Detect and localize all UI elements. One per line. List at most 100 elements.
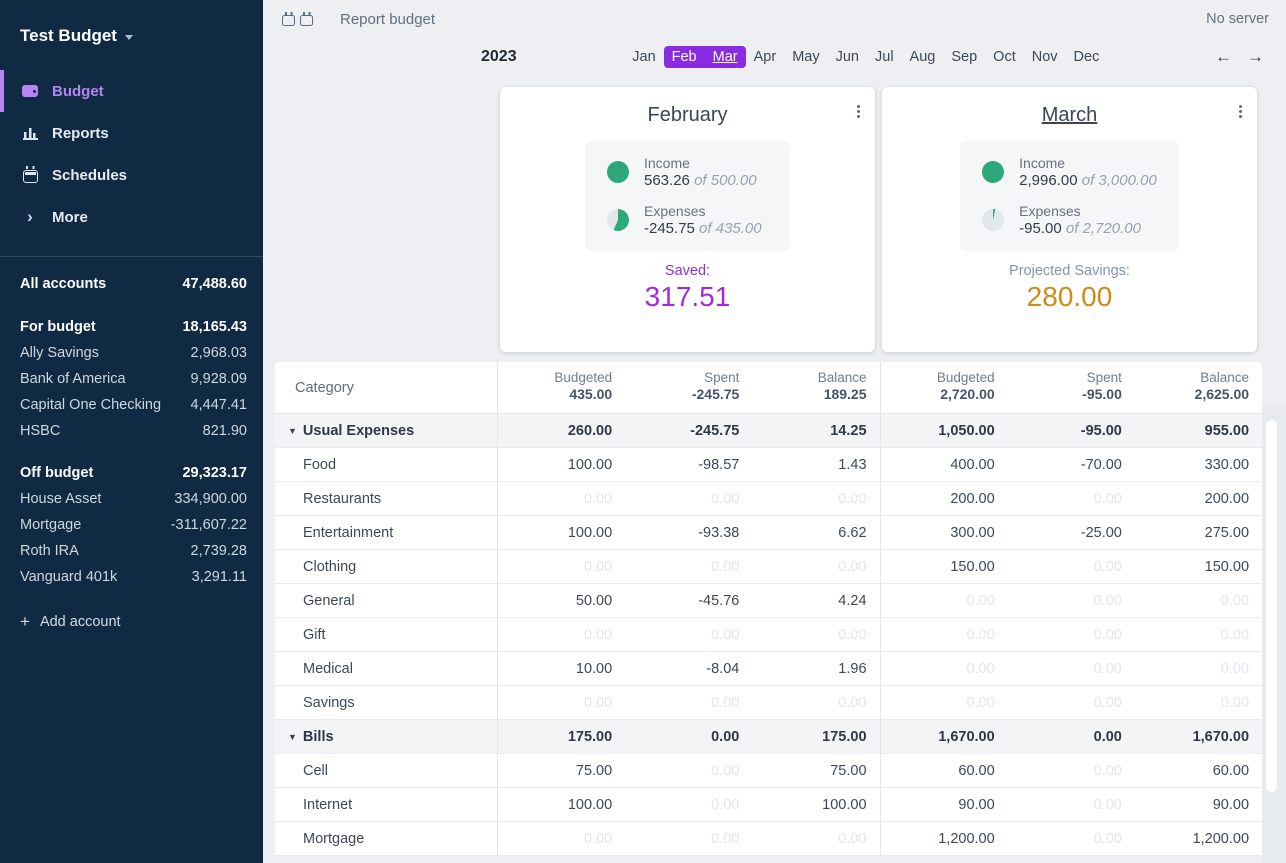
category-row-restaurants[interactable]: Restaurants0.000.000.00200.000.00200.00 <box>275 482 1262 516</box>
category-group-row-bills[interactable]: ▼Bills175.000.00175.001,670.000.001,670.… <box>275 720 1262 754</box>
account-bank-of-america[interactable]: Bank of America9,928.09 <box>20 366 247 392</box>
cell-feb-budgeted[interactable]: 100.00 <box>497 448 625 481</box>
cell-feb-balance[interactable]: 1.96 <box>752 652 879 685</box>
cell-feb-spent[interactable]: -93.38 <box>625 516 752 549</box>
cell-feb-budgeted[interactable]: 0.00 <box>497 618 625 651</box>
category-row-savings[interactable]: Savings0.000.000.000.000.000.00 <box>275 686 1262 720</box>
account-hsbc[interactable]: HSBC821.90 <box>20 418 247 444</box>
sidebar-item-budget[interactable]: Budget <box>0 70 263 112</box>
cell-mar-spent[interactable]: 0.00 <box>1008 618 1135 651</box>
cell-mar-spent[interactable]: 0.00 <box>1008 754 1135 787</box>
month-apr[interactable]: Apr <box>746 46 785 68</box>
cell-mar-budgeted[interactable]: 0.00 <box>880 618 1008 651</box>
month-sep[interactable]: Sep <box>943 46 985 68</box>
month-aug[interactable]: Aug <box>902 46 944 68</box>
add-account-button[interactable]: + Add account <box>20 612 247 632</box>
cell-feb-spent[interactable]: 0.00 <box>625 720 752 753</box>
month-card-title[interactable]: March <box>1042 104 1098 127</box>
account-capital-one-checking[interactable]: Capital One Checking4,447.41 <box>20 392 247 418</box>
cell-mar-budgeted[interactable]: 1,670.00 <box>880 720 1008 753</box>
account-for-budget[interactable]: For budget18,165.43 <box>20 314 247 340</box>
cell-mar-budgeted[interactable]: 0.00 <box>880 686 1008 719</box>
cell-feb-budgeted[interactable]: 0.00 <box>497 482 625 515</box>
cell-feb-spent[interactable]: -8.04 <box>625 652 752 685</box>
cell-feb-balance[interactable]: 0.00 <box>752 822 879 855</box>
prev-month-arrow-icon[interactable]: ← <box>1215 47 1232 67</box>
cell-mar-spent[interactable]: 0.00 <box>1008 584 1135 617</box>
month-oct[interactable]: Oct <box>985 46 1024 68</box>
mar-spent-header[interactable]: Spent-95.00 <box>1008 362 1135 413</box>
cell-feb-spent[interactable]: -45.76 <box>625 584 752 617</box>
month-jul[interactable]: Jul <box>867 46 902 68</box>
account-mortgage[interactable]: Mortgage-311,607.22 <box>20 512 247 538</box>
cell-mar-spent[interactable]: 0.00 <box>1008 788 1135 821</box>
category-row-entertainment[interactable]: Entertainment100.00-93.386.62300.00-25.0… <box>275 516 1262 550</box>
cell-feb-balance[interactable]: 175.00 <box>752 720 879 753</box>
collapse-triangle-icon[interactable]: ▼ <box>288 426 297 436</box>
cell-feb-budgeted[interactable]: 0.00 <box>497 686 625 719</box>
cell-mar-balance[interactable]: 275.00 <box>1135 516 1262 549</box>
cell-feb-balance[interactable]: 0.00 <box>752 686 879 719</box>
category-row-medical[interactable]: Medical10.00-8.041.960.000.000.00 <box>275 652 1262 686</box>
category-row-clothing[interactable]: Clothing0.000.000.00150.000.00150.00 <box>275 550 1262 584</box>
cell-feb-balance[interactable]: 75.00 <box>752 754 879 787</box>
account-roth-ira[interactable]: Roth IRA2,739.28 <box>20 538 247 564</box>
cell-feb-budgeted[interactable]: 100.00 <box>497 516 625 549</box>
cell-mar-budgeted[interactable]: 300.00 <box>880 516 1008 549</box>
cell-feb-balance[interactable]: 0.00 <box>752 618 879 651</box>
scrollbar-thumb[interactable] <box>1266 420 1277 792</box>
cell-mar-budgeted[interactable]: 90.00 <box>880 788 1008 821</box>
month-card-title[interactable]: February <box>647 104 727 127</box>
cell-feb-spent[interactable]: 0.00 <box>625 482 752 515</box>
cell-mar-balance[interactable]: 0.00 <box>1135 584 1262 617</box>
cell-mar-balance[interactable]: 200.00 <box>1135 482 1262 515</box>
sidebar-item-reports[interactable]: Reports <box>0 112 263 154</box>
cell-feb-spent[interactable]: 0.00 <box>625 618 752 651</box>
cell-mar-balance[interactable]: 955.00 <box>1135 414 1262 447</box>
single-month-view-icon[interactable] <box>282 15 295 26</box>
account-ally-savings[interactable]: Ally Savings2,968.03 <box>20 340 247 366</box>
mar-balance-header[interactable]: Balance2,625.00 <box>1135 362 1262 413</box>
kebab-menu-icon[interactable] <box>857 105 860 118</box>
cell-mar-balance[interactable]: 150.00 <box>1135 550 1262 583</box>
cell-mar-budgeted[interactable]: 400.00 <box>880 448 1008 481</box>
cell-mar-spent[interactable]: -95.00 <box>1008 414 1135 447</box>
cell-feb-balance[interactable]: 100.00 <box>752 788 879 821</box>
feb-budgeted-header[interactable]: Budgeted435.00 <box>497 362 625 413</box>
account-vanguard-401k[interactable]: Vanguard 401k3,291.11 <box>20 564 247 590</box>
cell-feb-balance[interactable]: 1.43 <box>752 448 879 481</box>
cell-mar-budgeted[interactable]: 0.00 <box>880 584 1008 617</box>
cell-mar-budgeted[interactable]: 0.00 <box>880 652 1008 685</box>
cell-feb-spent[interactable]: 0.00 <box>625 550 752 583</box>
cell-feb-budgeted[interactable]: 0.00 <box>497 822 625 855</box>
cell-mar-spent[interactable]: 0.00 <box>1008 482 1135 515</box>
cell-mar-budgeted[interactable]: 150.00 <box>880 550 1008 583</box>
month-jan[interactable]: Jan <box>624 46 663 68</box>
scrollbar-track[interactable] <box>1262 405 1286 863</box>
cell-feb-spent[interactable]: 0.00 <box>625 686 752 719</box>
multi-month-view-icon[interactable] <box>300 15 313 26</box>
cell-feb-budgeted[interactable]: 50.00 <box>497 584 625 617</box>
cell-mar-budgeted[interactable]: 1,050.00 <box>880 414 1008 447</box>
cell-feb-budgeted[interactable]: 75.00 <box>497 754 625 787</box>
cell-feb-spent[interactable]: 0.00 <box>625 754 752 787</box>
cell-mar-balance[interactable]: 1,670.00 <box>1135 720 1262 753</box>
cell-mar-spent[interactable]: -70.00 <box>1008 448 1135 481</box>
month-dec[interactable]: Dec <box>1066 46 1108 68</box>
cell-feb-budgeted[interactable]: 0.00 <box>497 550 625 583</box>
cell-mar-balance[interactable]: 0.00 <box>1135 686 1262 719</box>
cell-mar-budgeted[interactable]: 200.00 <box>880 482 1008 515</box>
account-house-asset[interactable]: House Asset334,900.00 <box>20 486 247 512</box>
cell-feb-balance[interactable]: 6.62 <box>752 516 879 549</box>
account-off-budget[interactable]: Off budget29,323.17 <box>20 460 247 486</box>
sidebar-item-more[interactable]: › More <box>0 196 263 238</box>
feb-spent-header[interactable]: Spent-245.75 <box>625 362 752 413</box>
cell-feb-spent[interactable]: 0.00 <box>625 788 752 821</box>
month-jun[interactable]: Jun <box>828 46 867 68</box>
cell-mar-balance[interactable]: 0.00 <box>1135 652 1262 685</box>
budget-type-toggle[interactable]: Report budget <box>340 11 435 28</box>
mar-budgeted-header[interactable]: Budgeted2,720.00 <box>880 362 1008 413</box>
cell-feb-budgeted[interactable]: 175.00 <box>497 720 625 753</box>
cell-mar-balance[interactable]: 60.00 <box>1135 754 1262 787</box>
cell-feb-spent[interactable]: 0.00 <box>625 822 752 855</box>
